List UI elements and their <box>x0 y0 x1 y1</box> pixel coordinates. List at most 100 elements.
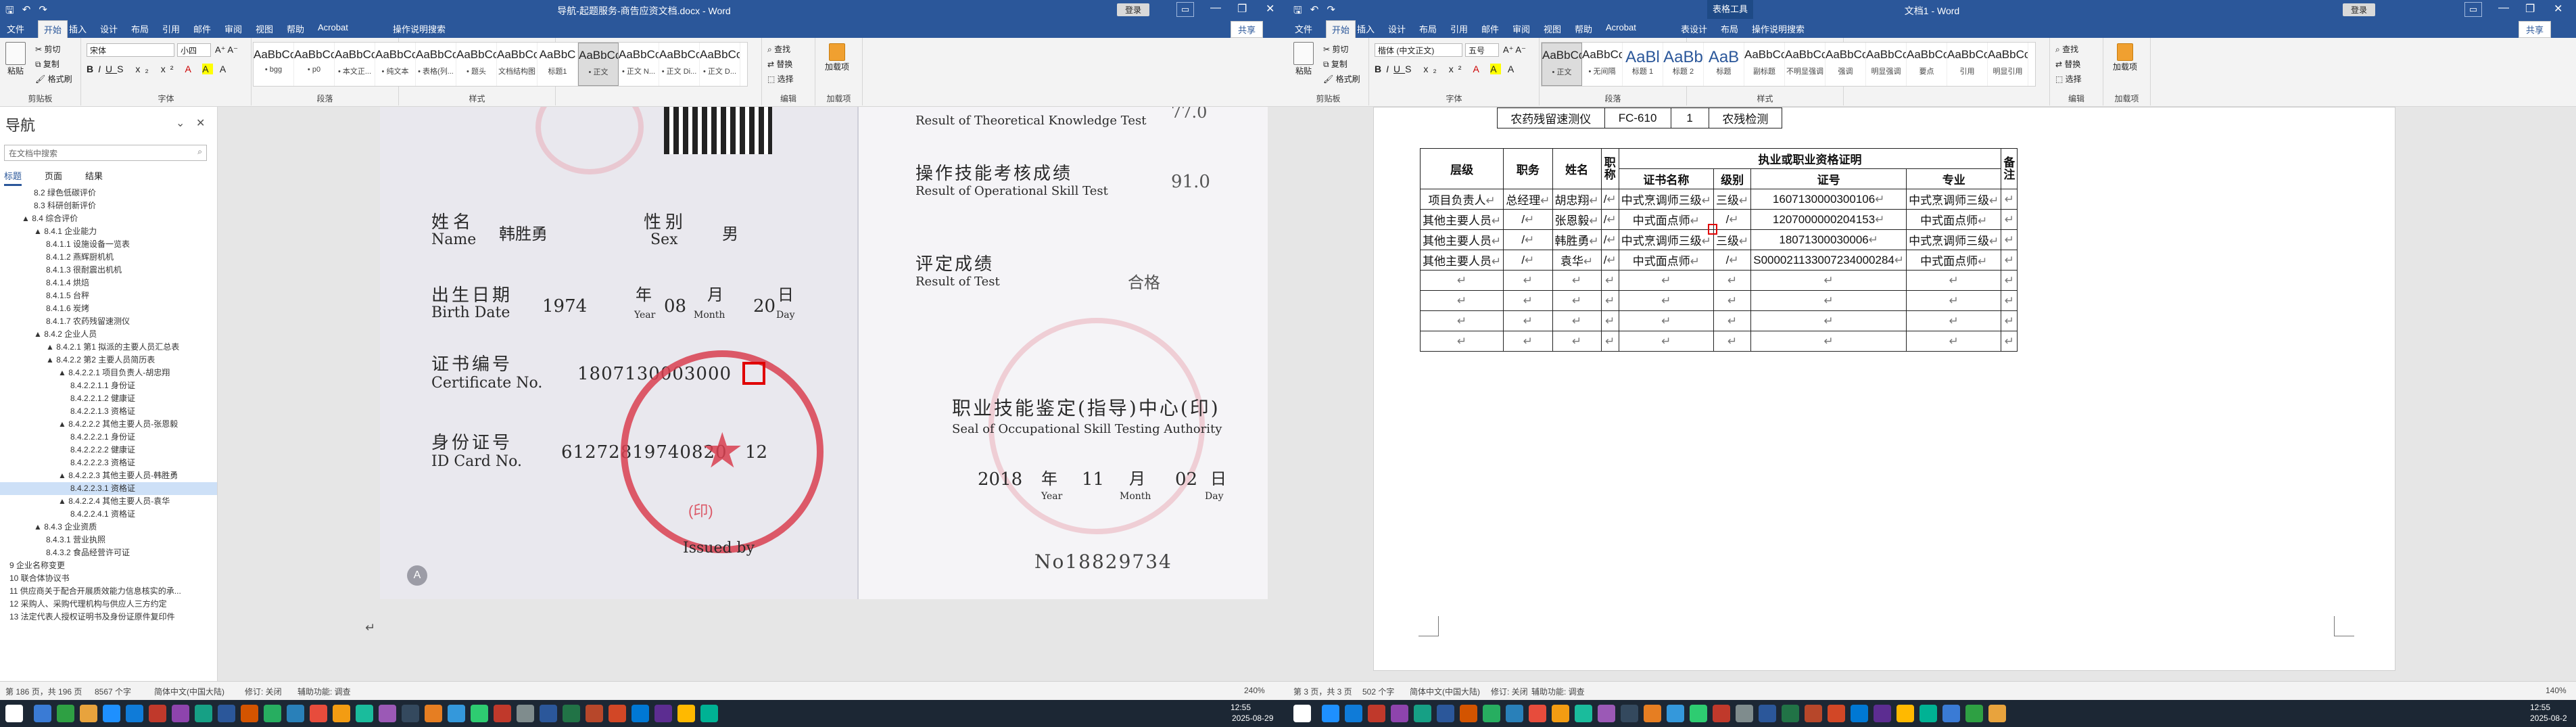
taskbar-app-icon[interactable] <box>563 705 580 722</box>
nav-item[interactable]: ▲ 8.4.2.2 第2 主要人员简历表 <box>0 354 217 367</box>
language[interactable]: 简体中文(中国大陆) <box>1410 686 1480 697</box>
tab-7[interactable]: 审阅 <box>224 22 242 35</box>
replace-button[interactable]: ⇄ 替换 <box>767 58 792 70</box>
table-cell[interactable]: ↵ <box>1750 331 1907 352</box>
nav-item[interactable]: ▲ 8.4.2.2.3 其他主要人员-韩胜勇 <box>0 469 217 482</box>
taskbar-app-icon[interactable] <box>379 705 396 722</box>
table-cell[interactable]: ↵ <box>1750 270 1907 291</box>
nav-item[interactable]: 13 法定代表人授权证明书及身份证原件复印件 <box>0 611 217 624</box>
tab-2[interactable]: 插入 <box>69 22 87 35</box>
tab-3[interactable]: 设计 <box>100 22 118 35</box>
table-cell[interactable]: ↵ <box>2001 229 2018 250</box>
taskbar-app-icon[interactable] <box>57 705 74 722</box>
style-item[interactable]: AaBbCcD 引用 <box>1947 43 1988 86</box>
copy-button[interactable]: ⧉ 复制 <box>35 58 59 70</box>
table-cell[interactable]: ↵ <box>1618 270 1714 291</box>
table-cell[interactable]: ↵ <box>1552 310 1602 331</box>
table-cell[interactable]: 中式面点师↵ <box>1618 250 1714 271</box>
nav-item[interactable]: 8.4.1.4 烘焙 <box>0 277 217 289</box>
taskbar-app-icon[interactable] <box>1736 705 1753 722</box>
table-cell[interactable]: ↵ <box>1906 310 2002 331</box>
table-cell[interactable]: 中式烹调师三级↵ <box>1906 229 2002 250</box>
tab-7[interactable]: 审阅 <box>1512 22 1530 35</box>
taskbar-app-icon[interactable] <box>287 705 304 722</box>
table-cell[interactable]: /↵ <box>1600 229 1619 250</box>
style-item[interactable]: AaBbCcD 强调 <box>1826 43 1866 86</box>
table-cell[interactable]: /↵ <box>1713 250 1752 271</box>
find-button[interactable]: ⌕ 查找 <box>767 43 790 55</box>
table-cell[interactable]: ↵ <box>1713 310 1752 331</box>
cut-button[interactable]: ✂ 剪切 <box>35 43 60 55</box>
table-cell[interactable]: ↵ <box>1618 331 1714 352</box>
tab-0[interactable]: 文件 <box>1295 22 1312 35</box>
style-item[interactable]: AaBbCcD 要点 <box>1907 43 1947 86</box>
ribbon-display-icon[interactable]: ▭ <box>2464 2 2482 17</box>
font-size-select[interactable]: 小四 <box>177 43 211 57</box>
nav-item[interactable]: 10 联合体协议书 <box>0 572 217 585</box>
tab-8[interactable]: 视图 <box>1544 22 1561 35</box>
close-icon[interactable]: ✕ <box>1266 2 1274 16</box>
taskbar-app-icon[interactable] <box>448 705 465 722</box>
nav-item[interactable]: ▲ 8.4.3 企业资质 <box>0 521 217 534</box>
taskbar-app-icon[interactable] <box>1897 705 1914 722</box>
taskbar-app-icon[interactable] <box>1322 705 1339 722</box>
taskbar-app-icon[interactable] <box>1919 705 1937 722</box>
restore-icon[interactable]: ❐ <box>1237 2 1247 16</box>
table-cell[interactable]: ↵ <box>1503 290 1553 311</box>
nav-item[interactable]: 8.4.2.2.1.3 资格证 <box>0 405 217 418</box>
style-item[interactable]: AaBbCcDd • bgg <box>254 43 294 86</box>
style-item[interactable]: AaBbCcDd • p0 <box>294 43 335 86</box>
table-cell[interactable]: /↵ <box>1600 209 1619 230</box>
search-icon[interactable]: ⌕ <box>197 147 202 157</box>
table-cell[interactable]: ↵ <box>1552 270 1602 291</box>
table-cell[interactable]: 总经理↵ <box>1503 189 1553 210</box>
select-button[interactable]: ⬚ 选择 <box>2055 73 2082 85</box>
restore-icon[interactable]: ❐ <box>2525 2 2535 16</box>
taskbar-app-icon[interactable] <box>1460 705 1477 722</box>
taskbar-app-icon[interactable] <box>1529 705 1546 722</box>
table-cell[interactable]: /↵ <box>1503 229 1553 250</box>
cut-button[interactable]: ✂ 剪切 <box>1323 43 1348 55</box>
styles-gallery[interactable]: AaBbCcDd • 正文 AaBbCcDd • 无间隔 AaBl 标题 1 AaBb 标题 … <box>1541 42 2036 87</box>
table-cell[interactable]: ↵ <box>1552 331 1602 352</box>
nav-tab-2[interactable]: 结果 <box>85 169 103 186</box>
taskbar-app-icon[interactable] <box>1667 705 1684 722</box>
table-cell[interactable]: 袁华↵ <box>1552 250 1602 271</box>
table-cell[interactable]: ↵ <box>2001 290 2018 311</box>
nav-item[interactable]: 8.4.1.2 燕辉厨机机 <box>0 251 217 264</box>
nav-item[interactable]: 8.4.2.2.3.1 资格证 <box>0 482 217 495</box>
taskbar-app-icon[interactable] <box>1805 705 1822 722</box>
taskbar-app-icon[interactable] <box>126 705 143 722</box>
taskbar-app-icon[interactable] <box>218 705 235 722</box>
clock-date-right[interactable]: 2025-08-2 <box>2530 713 2567 723</box>
table-cell[interactable]: ↵ <box>2001 250 2018 271</box>
taskbar-app-icon[interactable] <box>333 705 350 722</box>
tab-13[interactable]: 操作说明搜索 <box>1752 22 1805 35</box>
table-cell[interactable]: 中式烹调师三级↵ <box>1906 189 2002 210</box>
style-item[interactable]: AaBb 标题 2 <box>1663 43 1704 86</box>
start-icon[interactable] <box>5 705 23 722</box>
styles-gallery[interactable]: AaBbCcDd • bgg AaBbCcDd • p0 AaBbCcDc • 本文正..… <box>253 42 748 87</box>
taskbar-app-icon[interactable] <box>402 705 419 722</box>
table-cell[interactable]: ↵ <box>1419 331 1504 352</box>
nav-options-icon[interactable]: ⌄ <box>176 116 185 130</box>
nav-item[interactable]: 8.4.2.2.1.2 健康证 <box>0 392 217 405</box>
taskbar-app-icon[interactable] <box>425 705 442 722</box>
word-count[interactable]: 8567 个字 <box>95 686 131 697</box>
taskbar-app-icon[interactable] <box>172 705 189 722</box>
table-cell[interactable]: 韩胜勇↵ <box>1552 229 1602 250</box>
table-cell[interactable]: ↵ <box>2001 310 2018 331</box>
tab-12[interactable]: 布局 <box>1721 22 1738 35</box>
login-button[interactable]: 登录 <box>1117 3 1150 16</box>
taskbar-app-icon[interactable] <box>540 705 557 722</box>
taskbar-app-icon[interactable] <box>517 705 534 722</box>
taskbar-app-icon[interactable] <box>494 705 511 722</box>
table-cell[interactable]: /↵ <box>1600 189 1619 210</box>
clock-time-left[interactable]: 12:55 <box>1231 703 1251 712</box>
table-cell[interactable]: 1207000000204153↵ <box>1750 209 1907 230</box>
table-cell[interactable]: 中式面点师↵ <box>1906 209 2002 230</box>
font-size-select[interactable]: 五号 <box>1465 43 1499 57</box>
nav-item[interactable]: 8.4.1.5 台秤 <box>0 289 217 302</box>
table-cell[interactable]: ↵ <box>1906 290 2002 311</box>
table-cell[interactable]: ↵ <box>1600 310 1619 331</box>
